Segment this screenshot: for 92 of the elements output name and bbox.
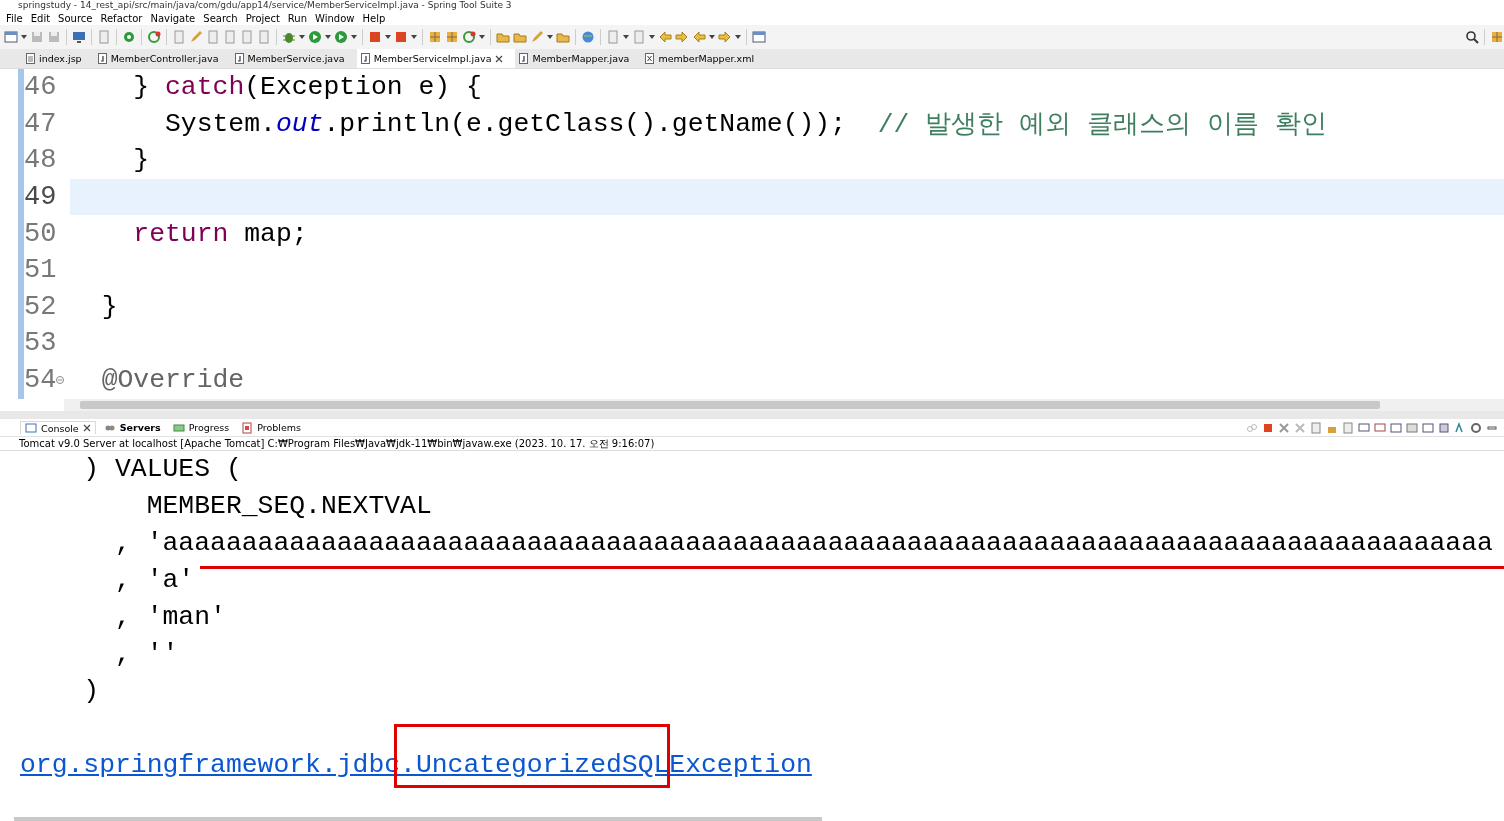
console-line: , '' — [114, 638, 179, 671]
line-number: 46 — [24, 72, 57, 103]
link-icon[interactable] — [1246, 421, 1258, 434]
editor-tab[interactable]: MemberService.java — [230, 49, 357, 68]
xml-file-icon — [645, 53, 655, 64]
jsp-file-icon — [26, 53, 35, 64]
view-tab[interactable]: Progress — [168, 421, 234, 434]
menu-item[interactable]: Refactor — [98, 13, 149, 24]
horizontal-scrollbar[interactable] — [64, 399, 1504, 411]
code-line: } — [132, 144, 151, 178]
console-process-label: Tomcat v9.0 Server at localhost [Apache Tomcat] C:₩Program Files₩Java₩jdk-11₩bin₩javaw.exe (2023. 10. 17. 오전 9:16:07) — [0, 437, 1504, 451]
menu-item[interactable]: Help — [360, 13, 392, 24]
folder-icon[interactable] — [496, 30, 510, 44]
caret-icon[interactable] — [21, 35, 27, 39]
menu-item[interactable]: Navigate — [148, 13, 202, 24]
window-icon[interactable] — [752, 30, 766, 44]
line-number: 48 — [24, 145, 57, 176]
play-icon[interactable] — [308, 30, 322, 44]
menu-item[interactable]: File — [4, 13, 29, 24]
console-line: , 'man' — [114, 601, 226, 634]
folder-icon[interactable] — [513, 30, 527, 44]
arrow-right-icon[interactable] — [675, 30, 689, 44]
cycle-icon[interactable] — [147, 30, 161, 44]
console-icon — [25, 422, 37, 434]
menu-item[interactable]: Project — [243, 13, 286, 24]
java-file-icon — [519, 53, 529, 64]
caret-icon[interactable] — [547, 35, 553, 39]
caret-icon[interactable] — [623, 35, 629, 39]
close-all-icon[interactable] — [1294, 421, 1306, 434]
progress-icon — [172, 421, 185, 434]
close-icon[interactable] — [82, 424, 91, 432]
menu-item[interactable]: Source — [56, 13, 99, 24]
editor-tab[interactable]: memberMapper.xml — [641, 49, 767, 68]
line-number: 47 — [24, 108, 57, 139]
menu-item[interactable]: Search — [201, 13, 244, 24]
collapse-icon[interactable] — [56, 376, 65, 385]
window-title: springstudy - 14_rest_api/src/main/java/com/gdu/app14/service/MemberServiceImpl.java - Spring Tool Suite 3 — [17, 0, 513, 12]
pencil-icon[interactable] — [189, 30, 203, 44]
caret-icon[interactable] — [649, 35, 655, 39]
code-line: @Override — [100, 364, 246, 398]
code-line: System.out.println(e.getClass().getName()); // 발생한 예외 클래스의 이름 확인 — [164, 107, 1328, 143]
caret-icon[interactable] — [479, 35, 485, 39]
stop-icon[interactable] — [1262, 421, 1274, 434]
line-number: 53 — [24, 328, 57, 359]
menu-item[interactable]: Edit — [28, 13, 57, 24]
line-number: 52 — [24, 291, 57, 322]
close-icon[interactable] — [495, 54, 504, 63]
search-icon[interactable] — [1465, 30, 1479, 44]
caret-icon[interactable] — [411, 35, 417, 39]
console-line: ) — [82, 675, 100, 708]
page-icon[interactable] — [1310, 421, 1322, 434]
console-line: MEMBER_SEQ.NEXTVAL — [145, 490, 432, 523]
globe-icon[interactable] — [581, 30, 595, 44]
caret-icon[interactable] — [325, 35, 331, 39]
editor-tab[interactable]: MemberServiceImpl.java — [356, 49, 516, 68]
cycle-icon[interactable] — [462, 30, 476, 44]
java-file-icon — [97, 53, 107, 64]
editor-tab[interactable]: MemberMapper.java — [515, 49, 642, 68]
code-line: return map; — [132, 217, 309, 251]
line-number: 50 — [24, 218, 57, 249]
console-line: ) VALUES ( — [82, 453, 242, 486]
code-line: } catch(Exception e) { — [132, 71, 483, 105]
line-number: 49 — [24, 182, 57, 213]
editor-tab[interactable]: MemberController.java — [93, 49, 231, 68]
editor-tab[interactable]: index.jsp — [22, 49, 94, 68]
caret-icon[interactable] — [735, 35, 741, 39]
play-icon[interactable] — [334, 30, 348, 44]
code-line: } — [100, 290, 119, 324]
view-tab[interactable]: Problems — [237, 421, 305, 434]
caret-icon[interactable] — [709, 35, 715, 39]
line-number: 51 — [24, 255, 57, 286]
caret-icon[interactable] — [299, 35, 305, 39]
square-icon[interactable] — [368, 30, 382, 44]
square-icon[interactable] — [394, 30, 408, 44]
window-icon[interactable] — [1422, 421, 1434, 434]
window-icon[interactable] — [1390, 421, 1402, 434]
problems-icon — [241, 421, 254, 434]
caret-icon[interactable] — [385, 35, 391, 39]
page-icon[interactable] — [1342, 421, 1354, 434]
dot-icon[interactable] — [122, 30, 136, 44]
java-file-icon — [360, 53, 370, 64]
menu-item[interactable]: Run — [285, 13, 314, 24]
horizontal-scrollbar[interactable] — [14, 817, 822, 821]
console-line: , 'aaaaaaaaaaaaaaaaaaaaaaaaaaaaaaaaaaaaaaaaaaaaaaaaaaaaaaaaaaaaaaaaaaaaaaaaaaaaaaaaaaaa — [114, 527, 1493, 560]
java-file-icon — [234, 53, 244, 64]
bug-icon[interactable] — [282, 30, 296, 44]
caret-icon[interactable] — [351, 35, 357, 39]
console-line: , 'a' — [114, 564, 195, 597]
view-tab[interactable]: Servers — [99, 421, 165, 434]
menu-item[interactable]: Window — [313, 13, 361, 24]
line-number: 54 — [24, 365, 57, 396]
view-tab[interactable]: Console — [20, 421, 96, 434]
